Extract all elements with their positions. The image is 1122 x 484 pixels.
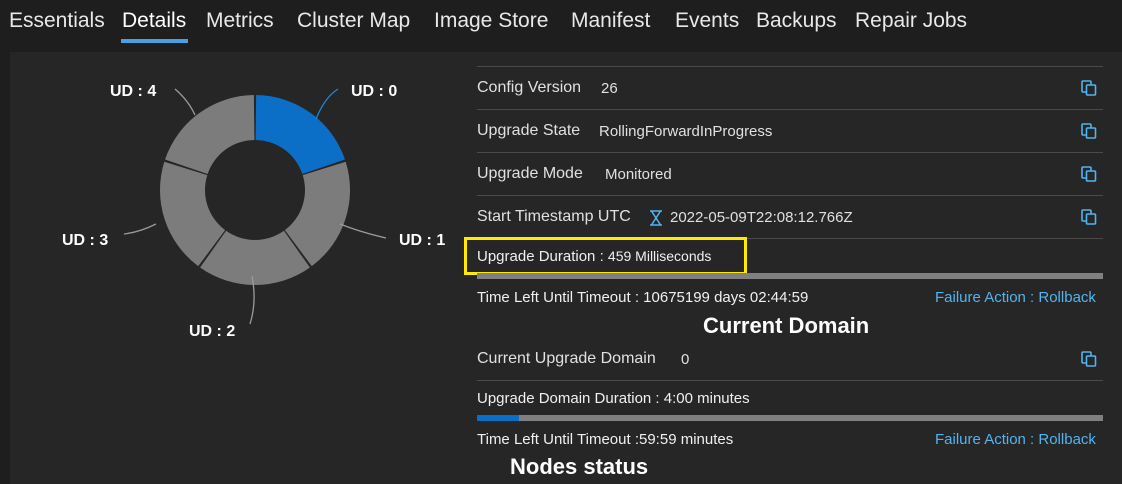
tab-manifest[interactable]: Manifest [571,9,650,33]
upgrade-mode-row: Upgrade Mode Monitored [477,153,1103,196]
start-timestamp-value: 2022-05-09T22:08:12.766Z [670,209,853,226]
donut-leader-line-ud-1 [339,223,387,239]
upgrade-duration-value: 459 Milliseconds [607,248,712,264]
start-timestamp-row: Start Timestamp UTC 2022-05-09T22:08:12.… [477,196,1103,239]
copy-icon[interactable] [1080,165,1098,183]
tab-bar: Essentials Details Metrics Cluster Map I… [0,0,1122,52]
upgrade-mode-label: Upgrade Mode [477,165,583,182]
donut-leader-line-ud-4 [174,88,196,116]
hourglass-icon [650,210,662,226]
copy-icon[interactable] [1080,350,1098,368]
ud-label-0: UD : 0 [351,83,398,100]
ud-label-2: UD : 2 [189,323,236,340]
upgrade-duration: Upgrade Duration : 459 Milliseconds [477,248,711,265]
tab-details[interactable]: Details [122,9,186,33]
upgrade-state-label: Upgrade State [477,122,581,139]
upgrade-progress-bar [477,273,1103,279]
copy-icon[interactable] [1080,122,1098,140]
upgrade-domain-duration: Upgrade Domain Duration : 4:00 minutes [477,390,750,407]
ud-label-4: UD : 4 [110,83,157,100]
tab-metrics[interactable]: Metrics [206,9,274,33]
ud-label-3: UD : 3 [62,232,109,249]
copy-icon[interactable] [1080,208,1098,226]
time-left-until-timeout: Time Left Until Timeout : 10675199 days … [477,289,809,306]
config-version-label: Config Version [477,79,582,96]
donut-slice-ud-4[interactable] [165,95,255,174]
active-tab-indicator [121,39,188,43]
donut-leader-line-ud-3 [123,223,157,235]
domain-progress-fill [477,415,519,421]
ud-label-1: UD : 1 [399,232,446,249]
tab-backups[interactable]: Backups [756,9,837,33]
domain-progress-bar [477,415,1103,421]
domain-failure-action-link[interactable]: Failure Action : Rollback [935,431,1096,448]
domain-time-left: Time Left Until Timeout :59:59 minutes [477,431,734,448]
upgrade-state-value: RollingForwardInProgress [599,123,773,140]
start-timestamp-label: Start Timestamp UTC [477,208,631,225]
tab-essentials[interactable]: Essentials [9,9,105,33]
failure-action-link[interactable]: Failure Action : Rollback [935,289,1096,306]
copy-icon[interactable] [1080,79,1098,97]
current-domain-heading: Current Domain [703,313,870,338]
upgrade-duration-label: Upgrade Duration : [477,248,604,265]
current-upgrade-domain-row: Current Upgrade Domain 0 [477,338,1103,381]
nodes-status-heading: Nodes status [510,454,649,479]
tab-repair-jobs[interactable]: Repair Jobs [855,9,967,33]
upgrade-state-row: Upgrade State RollingForwardInProgress [477,110,1103,153]
tab-image-store[interactable]: Image Store [434,9,548,33]
donut-slice-ud-0[interactable] [255,95,345,174]
config-version-value: 26 [601,80,618,97]
config-version-row: Config Version 26 [477,67,1103,110]
tab-events[interactable]: Events [675,9,739,33]
current-upgrade-domain-value: 0 [681,351,690,368]
donut-leader-line-ud-0 [315,88,339,120]
tab-cluster-map[interactable]: Cluster Map [297,9,410,33]
upgrade-mode-value: Monitored [605,166,672,183]
current-upgrade-domain-label: Current Upgrade Domain [477,350,656,367]
